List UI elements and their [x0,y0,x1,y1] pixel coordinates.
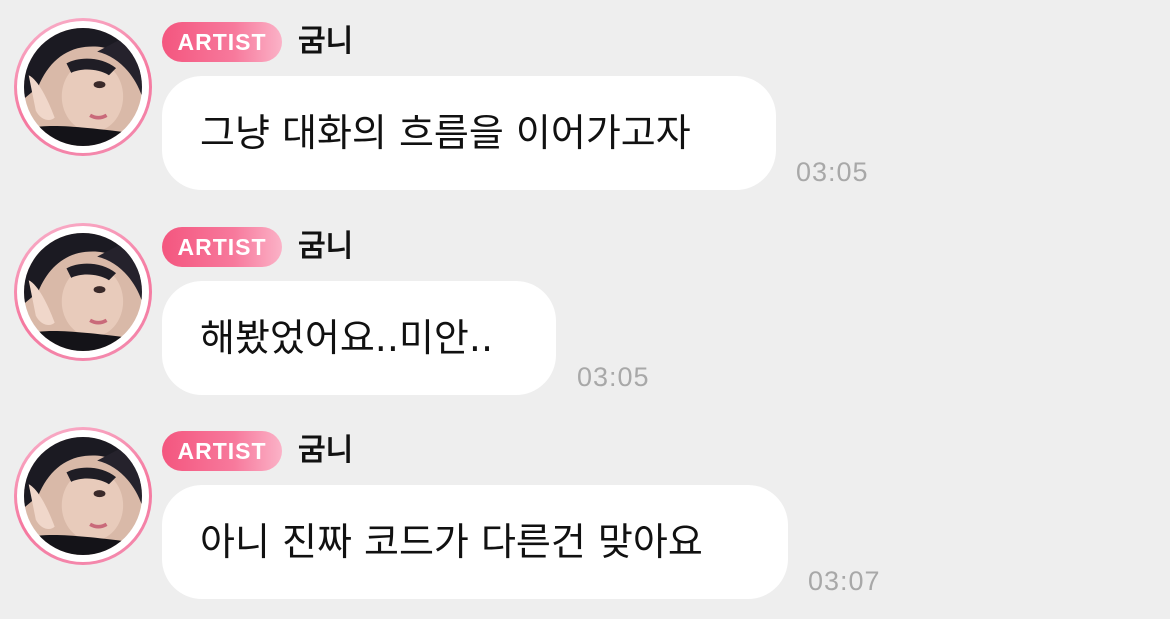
avatar[interactable] [14,427,152,565]
artist-badge: ARTIST [162,22,282,62]
chat-message: ARTIST 굼니 그냥 대화의 흐름을 이어가고자 03:05 [0,0,1170,190]
avatar[interactable] [14,18,152,156]
message-timestamp: 03:05 [796,157,869,187]
message-timestamp: 03:05 [577,362,650,392]
chat-message: ARTIST 굼니 해봤었어요..미안.. 03:05 [0,205,1170,395]
sender-name: 굼니 [298,24,354,59]
profile-photo [24,437,142,555]
message-bubble[interactable]: 아니 진짜 코드가 다른건 맞아요 [162,485,788,599]
sender-name: 굼니 [298,433,354,468]
message-bubble[interactable]: 그냥 대화의 흐름을 이어가고자 [162,76,776,190]
avatar-frame [17,430,149,562]
avatar-frame [17,226,149,358]
avatar[interactable] [14,223,152,361]
artist-badge: ARTIST [162,431,282,471]
message-timestamp: 03:07 [808,566,881,596]
sender-name: 굼니 [298,229,354,264]
profile-photo [24,233,142,351]
chat-message-list: ARTIST 굼니 그냥 대화의 흐름을 이어가고자 03:05 ARTIST … [0,0,1170,619]
profile-photo [24,28,142,146]
artist-badge: ARTIST [162,227,282,267]
message-bubble[interactable]: 해봤었어요..미안.. [162,281,556,395]
avatar-frame [17,21,149,153]
chat-message: ARTIST 굼니 아니 진짜 코드가 다른건 맞아요 03:07 [0,409,1170,599]
